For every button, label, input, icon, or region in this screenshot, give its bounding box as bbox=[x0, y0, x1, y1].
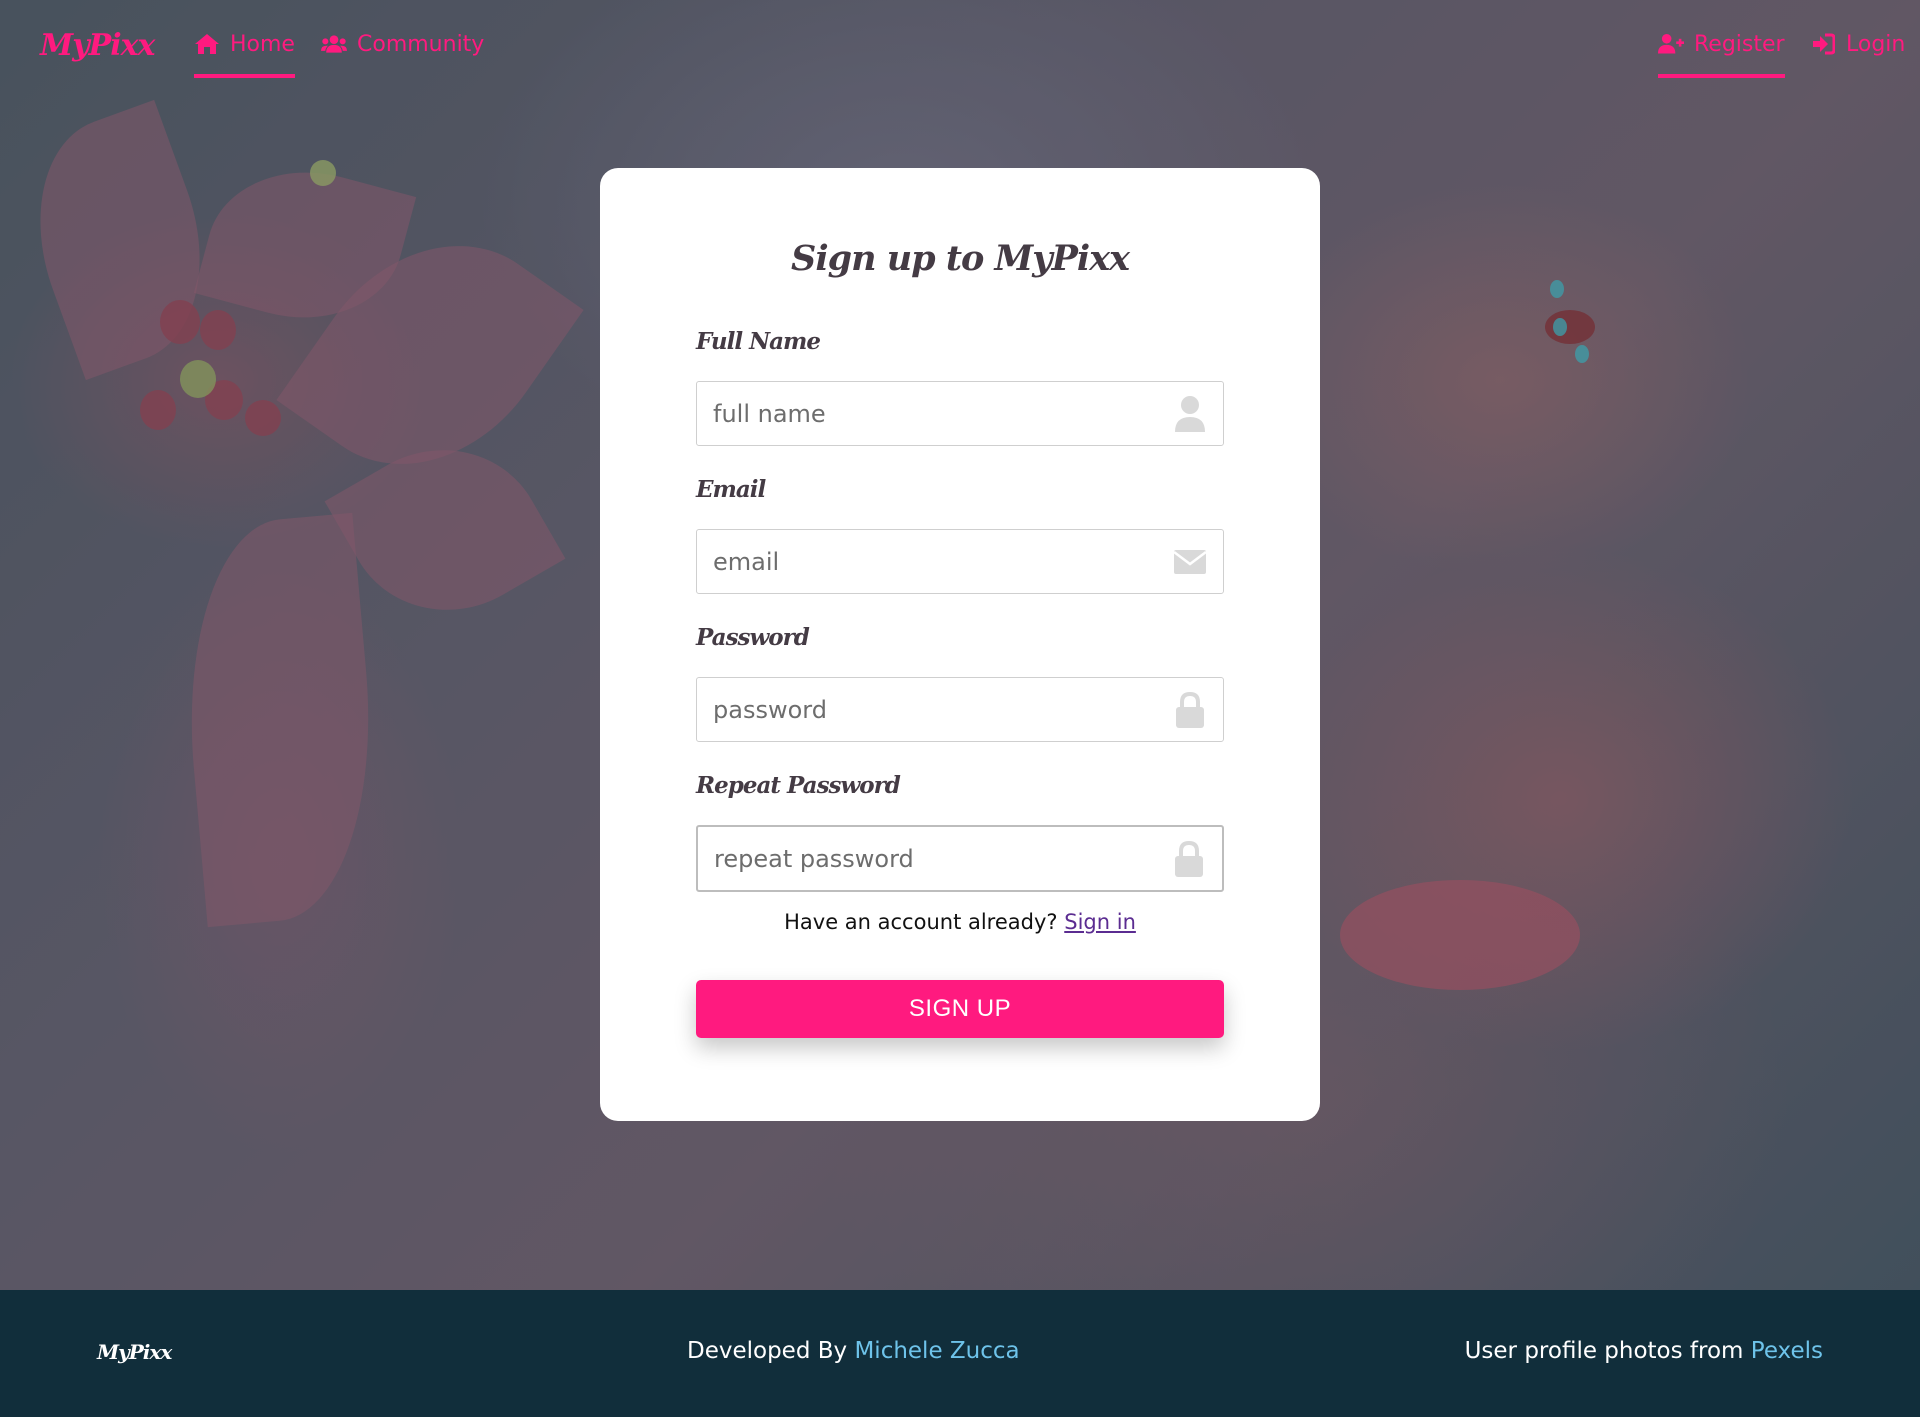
email-label: Email bbox=[696, 476, 766, 503]
footer-brand: MyPixx bbox=[97, 1340, 172, 1364]
nav-home[interactable]: Home bbox=[194, 32, 295, 78]
berry-decoration bbox=[180, 360, 216, 398]
leaf-decoration bbox=[193, 147, 417, 343]
page-footer: MyPixx Developed By Michele Zucca User p… bbox=[0, 1290, 1920, 1417]
top-navbar: MyPixx Home Community Register Login bbox=[0, 0, 1920, 90]
nav-login-label: Login bbox=[1846, 32, 1906, 57]
form-title: Sign up to MyPixx bbox=[791, 238, 1130, 279]
nav-community[interactable]: Community bbox=[321, 32, 484, 78]
lips-decoration bbox=[1340, 880, 1580, 990]
eye-decoration bbox=[1545, 310, 1595, 344]
full-name-field[interactable] bbox=[696, 381, 1224, 446]
footer-photo-credit: User profile photos from Pexels bbox=[1465, 1338, 1823, 1364]
repeat-password-input[interactable] bbox=[714, 827, 1154, 890]
user-plus-icon bbox=[1658, 32, 1684, 56]
home-icon bbox=[194, 32, 220, 56]
berry-decoration bbox=[205, 380, 243, 420]
leaf-decoration bbox=[324, 411, 566, 649]
users-icon bbox=[321, 32, 347, 56]
footer-developer-credit: Developed By Michele Zucca bbox=[687, 1338, 1020, 1364]
pexels-link[interactable]: Pexels bbox=[1751, 1338, 1823, 1364]
berry-decoration bbox=[200, 310, 236, 350]
full-name-label: Full Name bbox=[696, 328, 821, 355]
full-name-input[interactable] bbox=[713, 382, 1153, 445]
sign-in-icon bbox=[1810, 32, 1836, 56]
lock-icon bbox=[1173, 691, 1207, 729]
password-input[interactable] bbox=[713, 678, 1153, 741]
email-field[interactable] bbox=[696, 529, 1224, 594]
gem-decoration bbox=[1553, 318, 1567, 336]
gem-decoration bbox=[1550, 280, 1564, 298]
leaf-decoration bbox=[172, 512, 388, 928]
developed-by-text: Developed By bbox=[687, 1338, 848, 1364]
password-label: Password bbox=[696, 624, 810, 651]
developer-link[interactable]: Michele Zucca bbox=[854, 1338, 1019, 1364]
nav-login[interactable]: Login bbox=[1810, 32, 1905, 78]
berry-decoration bbox=[140, 390, 176, 430]
leaf-decoration bbox=[3, 99, 237, 381]
brand-logo[interactable]: MyPixx bbox=[40, 28, 155, 63]
sign-in-link[interactable]: Sign in bbox=[1064, 910, 1136, 934]
gem-decoration bbox=[1575, 345, 1589, 363]
have-account-text: Have an account already? bbox=[784, 910, 1058, 934]
bud-decoration bbox=[310, 160, 336, 186]
lock-icon bbox=[1172, 840, 1206, 878]
nav-community-label: Community bbox=[357, 32, 485, 57]
nav-home-label: Home bbox=[230, 32, 295, 57]
berry-decoration bbox=[160, 300, 200, 344]
signup-card: Sign up to MyPixx Full Name Email Passwo… bbox=[600, 168, 1320, 1121]
nav-register[interactable]: Register bbox=[1658, 32, 1785, 78]
envelope-icon bbox=[1173, 543, 1207, 581]
user-icon bbox=[1173, 395, 1207, 433]
leaf-decoration bbox=[276, 195, 584, 515]
email-input[interactable] bbox=[713, 530, 1153, 593]
repeat-password-label: Repeat Password bbox=[696, 772, 901, 799]
berry-decoration bbox=[245, 400, 281, 436]
sign-up-button[interactable]: SIGN UP bbox=[696, 980, 1224, 1038]
photos-credit-text: User profile photos from bbox=[1464, 1338, 1744, 1364]
repeat-password-field[interactable] bbox=[696, 825, 1224, 892]
nav-register-label: Register bbox=[1694, 32, 1785, 57]
have-account-prompt: Have an account already? Sign in bbox=[600, 910, 1320, 934]
password-field[interactable] bbox=[696, 677, 1224, 742]
